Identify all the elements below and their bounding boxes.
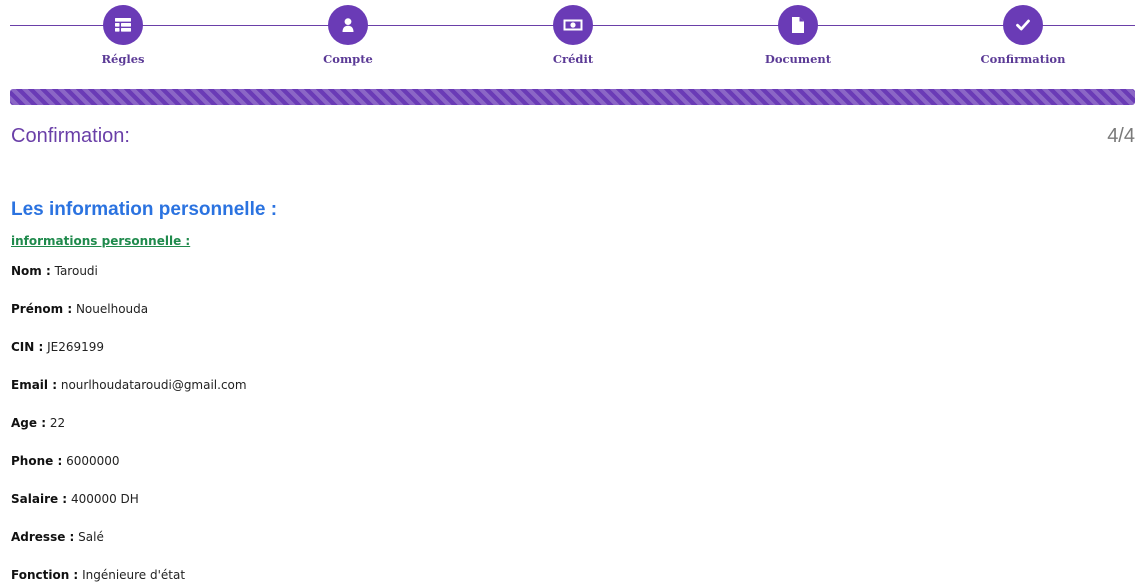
- field-value: JE269199: [47, 340, 105, 354]
- money-bill-icon: [553, 5, 593, 45]
- section-subheading: informations personnelle :: [11, 234, 191, 248]
- field-phone: Phone : 6000000: [11, 454, 247, 492]
- step-credit[interactable]: Crédit: [498, 5, 648, 66]
- field-value: 22: [49, 416, 66, 430]
- field-label: Nom :: [11, 264, 51, 278]
- field-value: Salé: [78, 530, 104, 544]
- field-label: Prénom :: [11, 302, 73, 316]
- field-label: CIN :: [11, 340, 44, 354]
- field-label: Fonction :: [11, 568, 79, 582]
- step-document[interactable]: Document: [723, 5, 873, 66]
- step-confirmation[interactable]: Confirmation: [948, 5, 1098, 66]
- field-value: 400000 DH: [70, 492, 139, 506]
- step-regles[interactable]: Régles: [48, 5, 198, 66]
- field-prenom: Prénom : Nouelhouda: [11, 302, 247, 340]
- field-age: Age : 22: [11, 416, 247, 454]
- field-nom: Nom : Taroudi: [11, 264, 247, 302]
- step-counter: 4/4: [1107, 125, 1135, 147]
- field-email: Email : nourlhoudataroudi@gmail.com: [11, 378, 247, 416]
- field-value: Nouelhouda: [75, 302, 149, 316]
- field-cin: CIN : JE269199: [11, 340, 247, 378]
- field-label: Phone :: [11, 454, 63, 468]
- field-value: Taroudi: [54, 264, 98, 278]
- file-icon: [778, 5, 818, 45]
- field-label: Adresse :: [11, 530, 75, 544]
- step-compte[interactable]: Compte: [273, 5, 423, 66]
- progress-bar: [10, 89, 1135, 105]
- field-value: Ingénieure d'état: [82, 568, 186, 582]
- step-label: Confirmation: [980, 52, 1066, 66]
- progress-bar-fill: [10, 89, 1135, 105]
- user-icon: [328, 5, 368, 45]
- step-label: Régles: [101, 52, 145, 66]
- progress-stepper: Régles Compte Crédit Document Confirmati…: [10, 0, 1135, 80]
- step-label: Compte: [323, 52, 373, 66]
- check-icon: [1003, 5, 1043, 45]
- field-value: nourlhoudataroudi@gmail.com: [60, 378, 247, 392]
- step-label: Document: [764, 52, 832, 66]
- personal-info-list: Nom : Taroudi Prénom : Nouelhouda CIN : …: [11, 264, 247, 587]
- field-label: Salaire :: [11, 492, 68, 506]
- field-value: 6000000: [66, 454, 120, 468]
- field-salaire: Salaire : 400000 DH: [11, 492, 247, 530]
- page-title: Confirmation:: [11, 125, 130, 147]
- field-label: Email :: [11, 378, 58, 392]
- field-adresse: Adresse : Salé: [11, 530, 247, 568]
- field-fonction: Fonction : Ingénieure d'état: [11, 568, 247, 587]
- section-heading: Les information personnelle :: [11, 199, 278, 220]
- step-label: Crédit: [552, 52, 594, 66]
- field-label: Age :: [11, 416, 46, 430]
- table-list-icon: [103, 5, 143, 45]
